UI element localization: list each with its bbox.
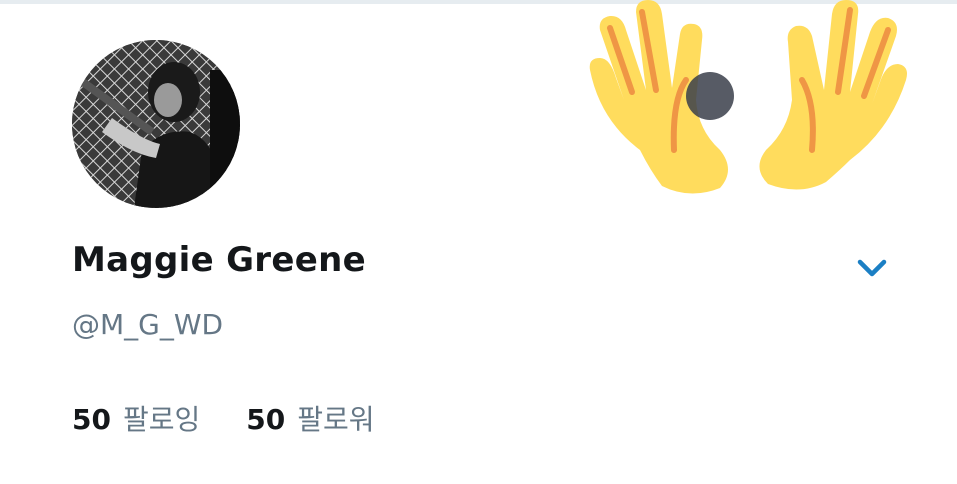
profile-drawer-header: Maggie Greene @M_G_WD 50 팔로잉 50 팔로워	[0, 0, 957, 484]
followers-count: 50	[246, 403, 286, 436]
display-name: Maggie Greene	[72, 240, 366, 280]
avatar[interactable]	[72, 40, 240, 208]
followers-label: 팔로워	[297, 403, 375, 436]
followers-link[interactable]: 50 팔로워	[246, 398, 374, 438]
account-switcher-button[interactable]	[852, 252, 892, 284]
avatar-photo	[72, 40, 240, 208]
raising-hands-emoji	[580, 0, 920, 200]
following-link[interactable]: 50 팔로잉	[72, 398, 200, 438]
follow-stats: 50 팔로잉 50 팔로워	[72, 398, 421, 438]
right-hand-icon	[759, 0, 907, 190]
user-handle: @M_G_WD	[72, 308, 224, 341]
following-count: 50	[72, 403, 111, 436]
chevron-down-icon	[857, 259, 887, 277]
following-label: 팔로잉	[122, 403, 201, 436]
